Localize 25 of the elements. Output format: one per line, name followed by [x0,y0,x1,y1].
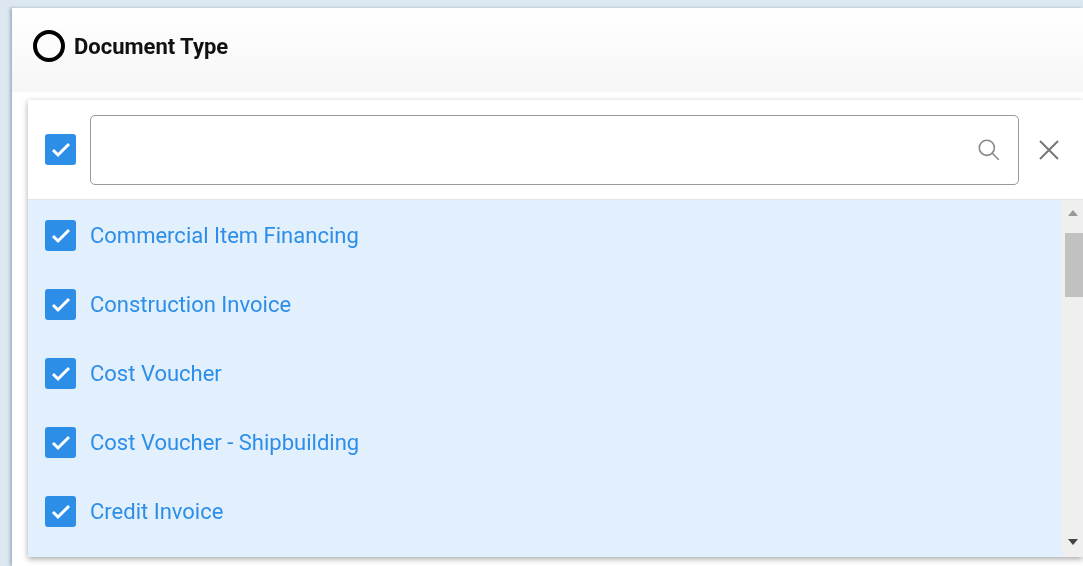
section-title: Document Type [74,33,229,59]
checkbox[interactable] [45,496,76,527]
circle-icon [32,29,66,63]
check-icon [50,365,71,382]
scroll-up-icon[interactable] [1067,210,1078,216]
scrollbar-thumb[interactable] [1065,233,1083,297]
scrollbar[interactable] [1062,200,1083,557]
option-label[interactable]: Cost Voucher [90,361,222,386]
check-icon [50,434,71,451]
check-icon [50,296,71,313]
option-label[interactable]: Cost Voucher - Shipbuilding [90,430,360,455]
search-field[interactable] [90,114,1019,185]
search-icon [976,136,1002,163]
check-icon [50,141,71,158]
checkbox[interactable] [45,134,76,165]
checkbox[interactable] [45,427,76,458]
checkbox[interactable] [45,220,76,251]
checkbox[interactable] [45,289,76,320]
option-label[interactable]: Commercial Item Financing [90,223,359,248]
option-label[interactable]: Construction Invoice [90,292,292,317]
check-icon [50,227,71,244]
scroll-down-icon[interactable] [1067,539,1078,545]
check-icon [50,503,71,520]
checkbox[interactable] [45,358,76,389]
option-label[interactable]: Credit Invoice [90,499,224,524]
